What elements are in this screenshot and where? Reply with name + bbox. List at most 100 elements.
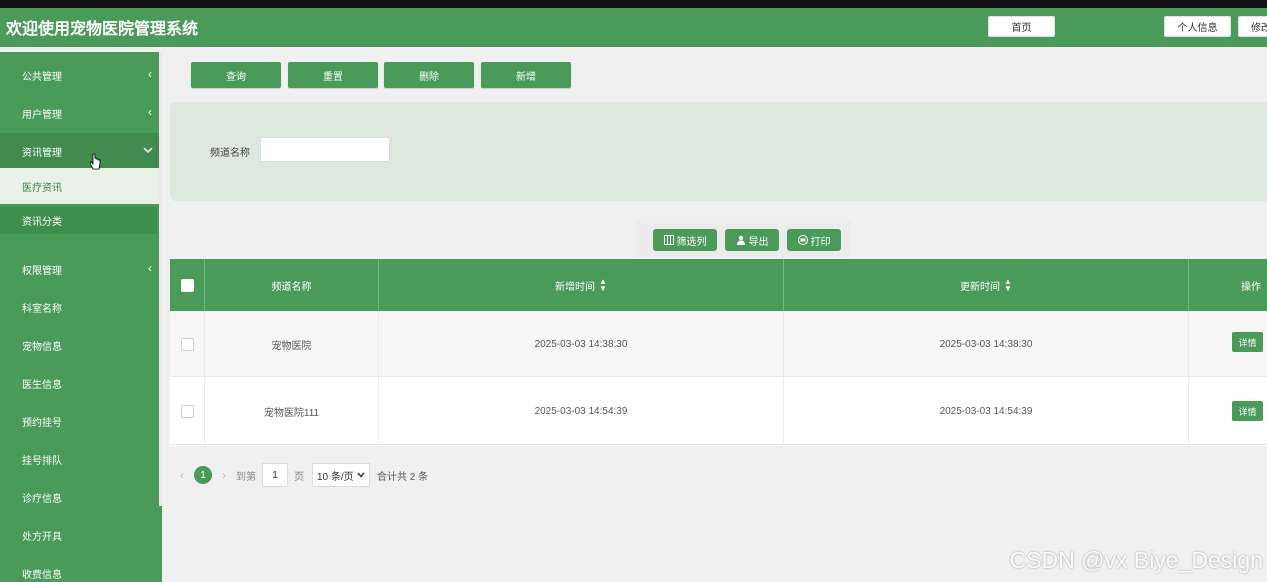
column-header-label: 新增时间 (555, 281, 596, 293)
sidebar-item-prescriptions[interactable]: 处方开具 (0, 517, 159, 553)
page-size-select[interactable]: 10 条/页 (312, 463, 370, 487)
page-size-value: 10 条/页 (317, 471, 354, 483)
row-checkbox[interactable] (180, 337, 194, 351)
chevron-down-icon (357, 472, 365, 478)
column-header-label: 操作 (1241, 281, 1261, 293)
goto-label: 到第 (236, 471, 256, 483)
sidebar-item-billing[interactable]: 收费信息 (0, 555, 159, 582)
export-button[interactable]: 导出 (725, 229, 779, 251)
detail-button[interactable]: 详情 (1232, 401, 1263, 421)
column-header-created[interactable]: 新增时间 ▲ ▼ (379, 259, 784, 311)
app-title: 欢迎使用宠物医院管理系统 (6, 21, 199, 38)
column-header-name: 频道名称 (205, 259, 379, 311)
user-export-icon (736, 235, 745, 245)
table-tools: 筛选列 导出 打印 (636, 221, 851, 257)
sidebar-item-label: 用户管理 (22, 109, 62, 121)
sidebar-item-label: 挂号排队 (22, 455, 62, 467)
print-button[interactable]: 打印 (787, 229, 841, 251)
table-row: 宠物医院111 2025-03-03 14:54:39 2025-03-03 1… (170, 377, 1267, 445)
total-count: 合计共 2 条 (377, 471, 429, 483)
sidebar-item-news[interactable]: 资讯管理 (0, 133, 159, 169)
sidebar-item-label: 科室名称 (22, 303, 62, 315)
cell-actions: 详情 (1189, 377, 1267, 445)
select-all-cell (170, 259, 205, 311)
column-header-updated[interactable]: 更新时间 ▲ ▼ (784, 259, 1189, 311)
export-label: 导出 (748, 236, 769, 248)
pagination: ‹ 1 › 到第 1 页 10 条/页 合计共 2 条 (170, 462, 428, 488)
sidebar-item-label: 处方开具 (22, 531, 62, 543)
sort-icon[interactable]: ▲ ▼ (1004, 278, 1012, 293)
top-header: 欢迎使用宠物医院管理系统 首页 个人信息 修改 (0, 8, 1267, 47)
table-header: 频道名称 新增时间 ▲ ▼ 更新时间 ▲ ▼ 操作 (170, 259, 1267, 311)
columns-icon (663, 235, 674, 245)
cell-created: 2025-03-03 14:38:30 (379, 311, 784, 377)
cell-updated: 2025-03-03 14:38:30 (784, 311, 1189, 377)
search-panel: 频道名称 (170, 102, 1267, 201)
sidebar-subitem-news-category[interactable]: 资讯分类 (0, 207, 157, 234)
sidebar-item-public[interactable]: 公共管理 ‹ (0, 57, 159, 93)
print-label: 打印 (810, 236, 831, 248)
page-number-current[interactable]: 1 (194, 466, 212, 484)
next-page-icon[interactable]: › (212, 468, 236, 482)
query-button[interactable]: 查询 (191, 62, 281, 88)
sidebar-item-department[interactable]: 科室名称 (0, 289, 159, 325)
add-button[interactable]: 新增 (481, 62, 571, 88)
chevron-left-icon: ‹ (148, 67, 152, 81)
sidebar-item-label: 宠物信息 (22, 341, 62, 353)
data-table: 频道名称 新增时间 ▲ ▼ 更新时间 ▲ ▼ 操作 宠物医院 2025-03-03 … (170, 259, 1267, 446)
watermark: CSDN @vx Biye_Design (1009, 547, 1263, 573)
filter-columns-button[interactable]: 筛选列 (653, 229, 717, 251)
channel-name-label: 频道名称 (210, 148, 250, 159)
sidebar-item-label: 权限管理 (22, 265, 62, 277)
mouse-cursor-icon (90, 153, 101, 170)
sidebar-item-label: 医生信息 (22, 379, 62, 391)
sort-icon[interactable]: ▲ ▼ (599, 278, 607, 293)
sidebar-item-appointments[interactable]: 预约挂号 (0, 403, 159, 439)
table-row: 宠物医院 2025-03-03 14:38:30 2025-03-03 14:3… (170, 311, 1267, 377)
window-top-strip (0, 0, 1267, 8)
sidebar-item-label: 资讯分类 (22, 217, 62, 228)
sidebar-item-label: 资讯管理 (22, 147, 62, 159)
filter-columns-label: 筛选列 (676, 236, 707, 248)
cell-name: 宠物医院 (205, 311, 379, 377)
chevron-left-icon: ‹ (148, 261, 152, 275)
column-header-label: 更新时间 (960, 281, 1001, 293)
change-password-button[interactable]: 修改 (1238, 16, 1267, 37)
sidebar-item-label: 预约挂号 (22, 417, 62, 429)
sidebar-item-label: 公共管理 (22, 71, 62, 83)
cell-name: 宠物医院111 (205, 377, 379, 445)
chevron-left-icon: ‹ (148, 105, 152, 119)
printer-icon (797, 235, 808, 245)
profile-button[interactable]: 个人信息 (1164, 16, 1231, 37)
row-checkbox[interactable] (180, 404, 194, 418)
sidebar-item-label: 医疗资讯 (22, 182, 62, 194)
sidebar-item-doctors[interactable]: 医生信息 (0, 365, 159, 401)
column-header-label: 频道名称 (271, 281, 312, 293)
row-select-cell (170, 311, 205, 377)
detail-button[interactable]: 详情 (1232, 332, 1263, 352)
channel-name-input[interactable] (260, 137, 390, 162)
sidebar-item-users[interactable]: 用户管理 ‹ (0, 95, 159, 131)
select-all-checkbox[interactable] (180, 278, 194, 292)
sidebar: 公共管理 ‹ 用户管理 ‹ 资讯管理 医疗资讯 资讯分类 权限管理 ‹ 科室名称… (0, 52, 162, 582)
sidebar-item-label: 收费信息 (22, 569, 62, 581)
chevron-down-icon (143, 147, 153, 154)
column-header-actions: 操作 (1189, 259, 1267, 311)
sidebar-scrollbar[interactable] (159, 52, 162, 506)
delete-button[interactable]: 删除 (384, 62, 474, 88)
sidebar-item-permissions[interactable]: 权限管理 ‹ (0, 251, 159, 287)
sidebar-item-diagnosis[interactable]: 诊疗信息 (0, 479, 159, 515)
cell-actions: 详情 (1189, 311, 1267, 377)
cell-updated: 2025-03-03 14:54:39 (784, 377, 1189, 445)
row-select-cell (170, 377, 205, 445)
prev-page-icon[interactable]: ‹ (170, 468, 194, 482)
sidebar-subitem-medical-news[interactable]: 医疗资讯 (0, 168, 159, 204)
reset-button[interactable]: 重置 (288, 62, 378, 88)
home-button[interactable]: 首页 (988, 16, 1055, 37)
page-unit-label: 页 (294, 471, 304, 483)
sidebar-item-queue[interactable]: 挂号排队 (0, 441, 159, 477)
sidebar-item-pets[interactable]: 宠物信息 (0, 327, 159, 363)
sidebar-item-label: 诊疗信息 (22, 493, 62, 505)
goto-page-input[interactable]: 1 (262, 463, 288, 487)
cell-created: 2025-03-03 14:54:39 (379, 377, 784, 445)
